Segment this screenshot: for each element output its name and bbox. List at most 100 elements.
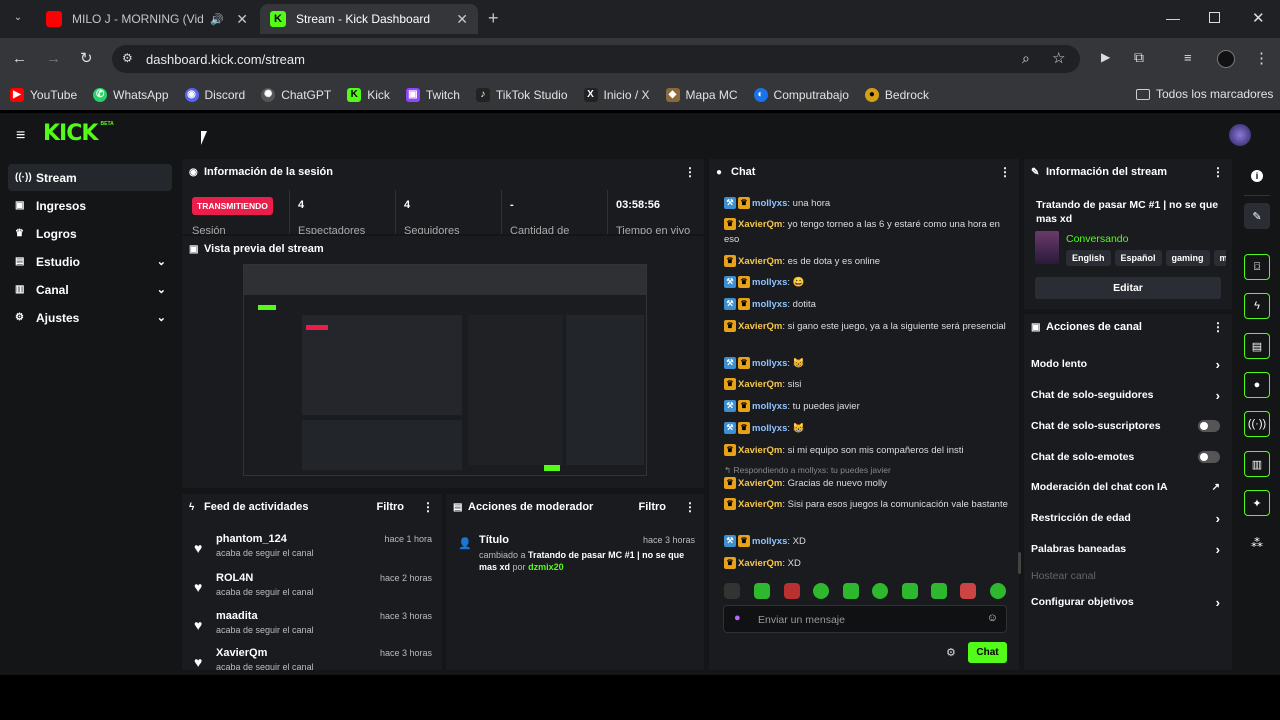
extensions-icon[interactable]: ⧉ bbox=[1134, 49, 1144, 66]
edit-button[interactable]: Editar bbox=[1035, 277, 1221, 299]
maximize-icon[interactable] bbox=[1209, 12, 1220, 23]
more-options-icon[interactable]: ⋮ bbox=[422, 500, 434, 514]
broadcast-rail-icon[interactable]: ((·)) bbox=[1244, 411, 1270, 437]
crown-badge-icon: ♛ bbox=[724, 378, 736, 391]
connections-icon[interactable]: ⁂ bbox=[1251, 536, 1263, 550]
chat-icon[interactable]: ● bbox=[1244, 372, 1270, 398]
lightning-icon[interactable]: ϟ bbox=[1244, 293, 1270, 319]
emote-icon[interactable] bbox=[960, 583, 976, 599]
hamburger-menu-icon[interactable]: ≡ bbox=[16, 127, 25, 145]
bookmark-twitch[interactable]: ▣ Twitch bbox=[405, 88, 460, 102]
emote-icon[interactable] bbox=[872, 583, 888, 599]
emote-icon[interactable] bbox=[931, 583, 947, 599]
tag-list: English Español gaming m bbox=[1066, 250, 1226, 266]
sidebar-item-logros[interactable]: ♛ Logros bbox=[8, 220, 172, 247]
more-options-icon[interactable]: ⋮ bbox=[684, 165, 696, 179]
emote-icon[interactable] bbox=[813, 583, 829, 599]
sidebar-item-stream[interactable]: ((·)) Stream bbox=[8, 164, 172, 191]
bookmark-whatsapp[interactable]: ✆ WhatsApp bbox=[93, 88, 169, 102]
chat-message: ⚒ ♛ mollyxs: 😸 bbox=[724, 356, 1014, 371]
info-icon[interactable]: i bbox=[1251, 170, 1263, 182]
emote-icon[interactable] bbox=[902, 583, 918, 599]
close-tab-icon[interactable]: ✕ bbox=[456, 11, 468, 28]
edit-stream-icon[interactable]: ✎ bbox=[1244, 203, 1270, 229]
more-options-icon[interactable]: ⋮ bbox=[684, 500, 696, 514]
forward-icon[interactable]: → bbox=[46, 50, 61, 67]
crown-badge-icon: ♛ bbox=[724, 320, 736, 333]
sidebar-item-ingresos[interactable]: ▣ Ingresos bbox=[8, 192, 172, 219]
chat-send-button[interactable]: Chat bbox=[968, 642, 1007, 663]
more-menu-icon[interactable]: ⋮ bbox=[1254, 49, 1269, 67]
moderator-badge-icon: ⚒ bbox=[724, 298, 736, 311]
more-options-icon[interactable]: ⋮ bbox=[1212, 320, 1224, 334]
extension-play-icon[interactable]: ▶ bbox=[1101, 50, 1110, 64]
close-tab-icon[interactable]: ✕ bbox=[236, 11, 248, 28]
tab-search-button[interactable]: ⌄ bbox=[8, 8, 28, 28]
sidebar-item-estudio[interactable]: ▤ Estudio ⌄ bbox=[8, 248, 172, 275]
bookmarks-bar: ▶ YouTube ✆ WhatsApp ◉ Discord ✺ ChatGPT K Ki… bbox=[0, 80, 1280, 110]
all-bookmarks-folder[interactable]: Todos los marcadores bbox=[1136, 87, 1273, 101]
camera-focus-icon[interactable]: ⌼ bbox=[1244, 254, 1270, 280]
browser-tab-kick[interactable]: K Stream - Kick Dashboard ✕ bbox=[260, 4, 478, 34]
action-ai-moderation[interactable]: Moderación del chat con IA ↗ bbox=[1031, 477, 1226, 497]
profile-avatar[interactable] bbox=[1217, 50, 1235, 68]
more-options-icon[interactable]: ⋮ bbox=[1212, 165, 1224, 179]
filter-button[interactable]: Filtro bbox=[639, 501, 667, 513]
reload-icon[interactable]: ↻ bbox=[80, 49, 93, 67]
action-configure-goals[interactable]: Configurar objetivos › bbox=[1031, 592, 1226, 612]
kick-logo[interactable]: KICK BETA bbox=[43, 121, 114, 146]
minecraft-map-icon: ◆ bbox=[665, 88, 680, 102]
zoom-icon[interactable]: ⌕ bbox=[1022, 50, 1030, 67]
kick-icon: K bbox=[347, 88, 362, 102]
action-followers-only[interactable]: Chat de solo-seguidores › bbox=[1031, 385, 1226, 405]
bookmark-tiktok[interactable]: ♪ TikTok Studio bbox=[475, 88, 568, 102]
bookmark-discord[interactable]: ◉ Discord bbox=[184, 88, 245, 102]
site-info-icon[interactable]: ⚙ bbox=[122, 51, 133, 65]
chat-settings-icon[interactable]: ⚙ bbox=[946, 646, 956, 659]
emote-icon[interactable] bbox=[843, 583, 859, 599]
emote-icon[interactable] bbox=[784, 583, 800, 599]
bookmark-computrabajo[interactable]: ◐ Computrabajo bbox=[753, 88, 849, 102]
sidebar-item-ajustes[interactable]: ⚙ Ajustes ⌄ bbox=[8, 304, 172, 331]
media-control-icon[interactable]: ≡ bbox=[1184, 50, 1192, 65]
close-window-icon[interactable]: ✕ bbox=[1252, 9, 1265, 27]
user-avatar[interactable] bbox=[1229, 124, 1251, 146]
stream-preview-video[interactable] bbox=[243, 264, 647, 476]
back-icon[interactable]: ← bbox=[12, 50, 27, 67]
filter-button[interactable]: Filtro bbox=[377, 501, 405, 513]
emote-icon[interactable] bbox=[724, 583, 740, 599]
more-options-icon[interactable]: ⋮ bbox=[999, 165, 1011, 179]
bookmark-x[interactable]: X Inicio / X bbox=[583, 88, 650, 102]
action-banned-words[interactable]: Palabras baneadas › bbox=[1031, 539, 1226, 559]
wrench-rail-icon[interactable]: ✦ bbox=[1244, 490, 1270, 516]
layout-icon[interactable]: ▥ bbox=[1244, 451, 1270, 477]
url-bar[interactable]: ⚙ dashboard.kick.com/stream ⌕ ☆ bbox=[112, 45, 1080, 73]
microphone-icon[interactable]: ● bbox=[734, 612, 741, 624]
category-label[interactable]: Conversando bbox=[1066, 233, 1128, 245]
chat-scrollbar[interactable] bbox=[1018, 552, 1021, 574]
bookmark-bedrock[interactable]: ● Bedrock bbox=[864, 88, 929, 102]
bookmark-kick[interactable]: K Kick bbox=[347, 88, 390, 102]
chat-message: ⚒ ♛ mollyxs: dotita bbox=[724, 297, 1014, 312]
trophy-icon: ♛ bbox=[15, 228, 24, 239]
action-age-restriction[interactable]: Restricción de edad › bbox=[1031, 508, 1226, 528]
bookmark-star-icon[interactable]: ☆ bbox=[1052, 49, 1065, 67]
chat-bubble-icon: ● bbox=[716, 166, 723, 178]
emote-icon[interactable] bbox=[990, 583, 1006, 599]
action-slow-mode[interactable]: Modo lento › bbox=[1031, 354, 1226, 374]
chat-input[interactable]: ● Enviar un mensaje ☺ bbox=[723, 605, 1007, 633]
browser-tab-youtube[interactable]: MILO J - MORNING (Video 🔊 ✕ bbox=[36, 4, 258, 34]
emotes-only-toggle[interactable] bbox=[1198, 451, 1220, 463]
bookmark-youtube[interactable]: ▶ YouTube bbox=[10, 88, 77, 102]
heart-icon: ♥ bbox=[194, 654, 203, 670]
emote-icon[interactable] bbox=[754, 583, 770, 599]
bookmark-mapa-mc[interactable]: ◆ Mapa MC bbox=[665, 88, 738, 102]
minimize-icon[interactable]: — bbox=[1166, 10, 1180, 26]
subscribers-only-toggle[interactable] bbox=[1198, 420, 1220, 432]
action-subscribers-only: Chat de solo-suscriptores bbox=[1031, 416, 1226, 436]
emoji-picker-icon[interactable]: ☺ bbox=[987, 612, 998, 624]
sidebar-item-canal[interactable]: ▥ Canal ⌄ bbox=[8, 276, 172, 303]
bookmark-chatgpt[interactable]: ✺ ChatGPT bbox=[261, 88, 331, 102]
document-icon[interactable]: ▤ bbox=[1244, 333, 1270, 359]
new-tab-button[interactable]: + bbox=[488, 8, 499, 29]
